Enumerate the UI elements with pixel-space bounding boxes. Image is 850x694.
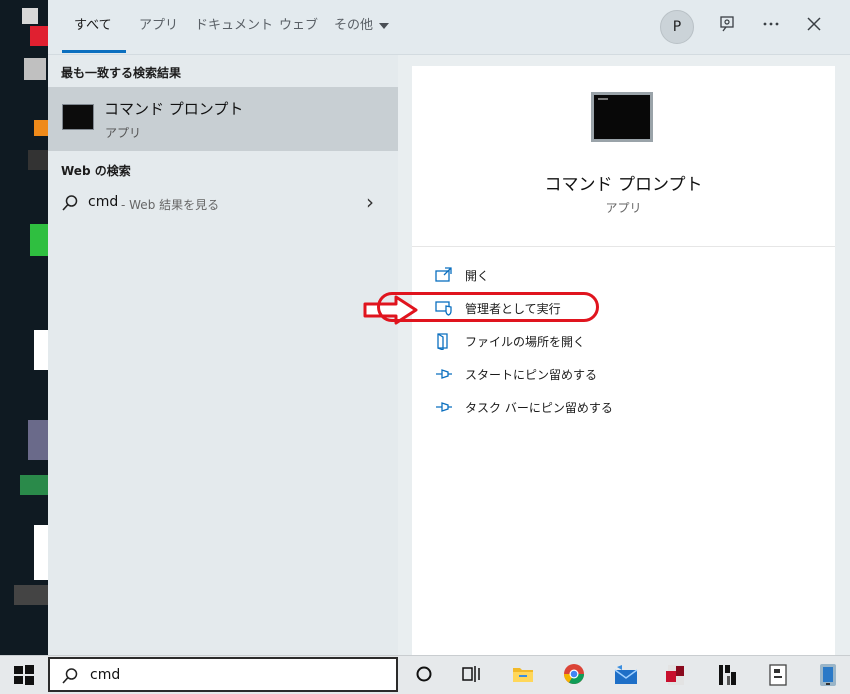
app-icon[interactable]: [716, 662, 740, 686]
close-icon[interactable]: [802, 14, 826, 38]
chevron-down-icon: [379, 22, 390, 29]
best-match-name: コマンド プロンプト: [104, 100, 244, 118]
detail-panel: コマンド プロンプト アプリ 開く 管理者として実行 ファイルの場所を開く スタ…: [412, 66, 835, 655]
tab-more[interactable]: その他: [334, 0, 390, 52]
taskbar-search-box[interactable]: cmd: [48, 657, 398, 692]
web-suffix: - Web 結果を見る: [121, 198, 220, 212]
command-prompt-large-icon: [591, 92, 653, 142]
tab-documents[interactable]: ドキュメント: [195, 0, 273, 52]
tab-more-label: その他: [334, 18, 374, 33]
feedback-icon[interactable]: [716, 14, 740, 38]
chevron-right-icon[interactable]: ›: [366, 190, 374, 214]
taskbar-search-input[interactable]: cmd: [90, 667, 120, 683]
app-icon[interactable]: [664, 662, 688, 686]
detail-app-type: アプリ: [605, 201, 642, 215]
action-pin-to-taskbar-label: タスク バーにピン留めする: [465, 401, 613, 415]
divider: [412, 246, 835, 247]
best-match-result[interactable]: コマンド プロンプト アプリ: [48, 87, 398, 151]
more-icon[interactable]: [759, 14, 783, 38]
web-search-result[interactable]: cmd - Web 結果を見る ›: [48, 185, 398, 221]
mail-icon[interactable]: [613, 662, 638, 686]
best-match-heading: 最も一致する検索結果: [61, 66, 182, 80]
tab-web[interactable]: ウェブ: [279, 0, 318, 52]
action-open-label: 開く: [465, 269, 490, 283]
annotation-highlight: [377, 292, 599, 322]
tab-all[interactable]: すべて: [74, 0, 112, 52]
start-menu-search-panel: すべて アプリ ドキュメント ウェブ その他 P 最も一致する検索結果 コマンド…: [48, 0, 850, 655]
pin-icon: [434, 398, 454, 416]
desktop-background: [0, 0, 50, 655]
active-tab-indicator: [62, 50, 126, 53]
file-location-icon: [434, 332, 454, 351]
search-tabs-bar: すべて アプリ ドキュメント ウェブ その他 P: [48, 0, 850, 55]
file-explorer-icon[interactable]: [511, 662, 535, 686]
results-panel: 最も一致する検索結果 コマンド プロンプト アプリ Web の検索 cmd - …: [48, 55, 398, 655]
action-pin-to-start-label: スタートにピン留めする: [465, 368, 598, 382]
search-icon: [61, 667, 79, 689]
search-icon: [61, 194, 79, 216]
web-query: cmd: [88, 194, 119, 210]
open-icon: [434, 266, 454, 284]
action-open-file-location-label: ファイルの場所を開く: [465, 335, 586, 349]
cortana-icon[interactable]: [412, 662, 436, 686]
app-icon[interactable]: [816, 662, 840, 686]
web-search-heading: Web の検索: [61, 164, 131, 178]
tab-apps[interactable]: アプリ: [139, 0, 178, 52]
detail-app-name: コマンド プロンプト: [544, 175, 703, 195]
user-avatar[interactable]: P: [660, 10, 694, 44]
task-view-icon[interactable]: [460, 662, 484, 686]
chrome-icon[interactable]: [562, 662, 586, 686]
pin-icon: [434, 365, 454, 383]
command-prompt-icon: [62, 104, 94, 130]
best-match-type: アプリ: [105, 126, 142, 140]
app-icon[interactable]: [766, 662, 790, 686]
windows-start-icon[interactable]: [13, 664, 37, 688]
taskbar: cmd: [0, 655, 850, 694]
